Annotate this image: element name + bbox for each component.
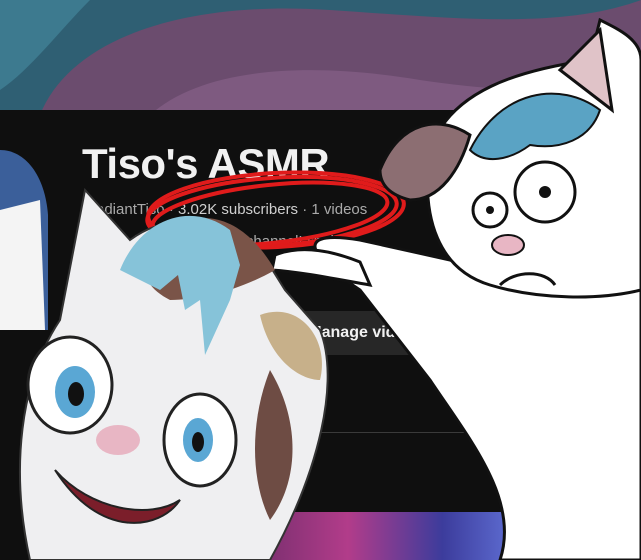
meta-separator: ·	[302, 201, 308, 218]
subscriber-count: 3.02K subscribers	[178, 201, 299, 218]
channel-handle[interactable]: adiantTiso	[96, 201, 165, 218]
manage-videos-button[interactable]: Manage videos	[284, 311, 441, 355]
video-count: 1 videos	[311, 201, 368, 218]
banner-art	[0, 0, 641, 115]
channel-name: Tiso's ASMR	[82, 140, 330, 187]
tab-divider	[300, 432, 505, 433]
channel-meta: adiantTiso · 3.02K subscribers · 1 video…	[96, 201, 367, 218]
meta-separator: ·	[168, 201, 174, 218]
channel-description[interactable]: friend welcome to my channel! I'm i	[100, 233, 334, 250]
video-thumbnail[interactable]	[240, 512, 510, 560]
search-icon[interactable]	[298, 393, 320, 415]
channel-banner	[0, 0, 641, 115]
